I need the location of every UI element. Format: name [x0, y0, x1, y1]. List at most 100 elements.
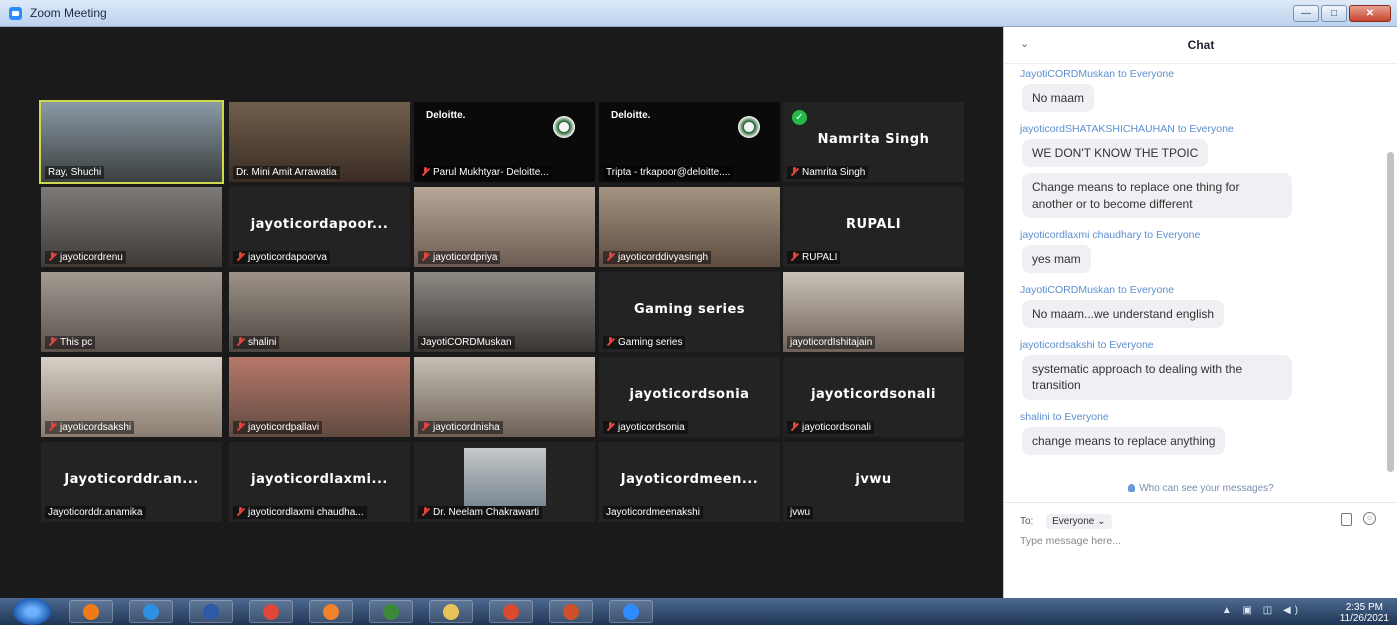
participant-name-label: Jayoticordmeenakshi [603, 506, 703, 519]
participant-name-label: jayoticordrenu [45, 251, 126, 264]
taskbar-firefox-button[interactable] [309, 600, 353, 623]
chat-message: yes mam [1022, 244, 1091, 273]
emoji-icon[interactable]: ☺ [1363, 512, 1376, 525]
recipient-dropdown[interactable]: Everyone ⌄ [1046, 514, 1112, 529]
participant-tile[interactable]: jayoticordapoor... jayoticordapoorva [229, 187, 410, 267]
participant-name-label: jayoticordpallavi [233, 421, 323, 434]
participant-tile[interactable]: Deloitte. Tripta - trkapoor@deloitte.... [599, 102, 780, 182]
emblem-logo [553, 116, 575, 138]
participant-name-label: Jayoticorddr.anamika [45, 506, 146, 519]
chat-sender: jayoticordsakshi to Everyone [1020, 339, 1154, 352]
participant-name: This pc [60, 337, 93, 348]
participant-tile[interactable]: jayoticorddivyasingh [599, 187, 780, 267]
participant-name: RUPALI [802, 252, 838, 263]
participant-name-label: jayoticordsonia [603, 421, 688, 434]
snagit-icon [503, 604, 519, 620]
participant-tile[interactable]: Gaming series Gaming series [599, 272, 780, 352]
chat-message: change means to replace anything [1022, 426, 1226, 455]
chat-scrollbar[interactable] [1387, 152, 1394, 472]
start-button[interactable] [13, 598, 51, 625]
taskbar-word-button[interactable] [189, 600, 233, 623]
taskbar-media-player-button[interactable] [69, 600, 113, 623]
chat-title: Chat [1187, 38, 1215, 52]
participant-name-label: JayotiCORDMuskan [418, 336, 515, 349]
participant-tile[interactable]: jayoticordsakshi [41, 357, 222, 437]
taskbar-zoom-button[interactable] [609, 600, 653, 623]
chat-sender: jayoticordSHATAKSHICHAUHAN to Everyone [1020, 123, 1234, 136]
close-button[interactable]: ✕ [1349, 5, 1391, 22]
participant-name-label: jayoticorddivyasingh [603, 251, 712, 264]
participant-tile[interactable]: jayoticordpriya [414, 187, 595, 267]
media-player-icon [83, 604, 99, 620]
mic-muted-icon [48, 422, 57, 431]
chat-header: ⌄ Chat [1004, 27, 1397, 64]
participant-display-name: jvwu [855, 472, 892, 487]
participant-tile[interactable]: Jayoticorddr.an... Jayoticorddr.anamika [41, 442, 222, 522]
participant-name: jayoticordsonia [618, 422, 685, 433]
participant-tile[interactable]: Dr. Mini Amit Arrawatia [229, 102, 410, 182]
participant-name: jayoticordnisha [433, 422, 500, 433]
participant-display-name: Jayoticorddr.an... [64, 472, 199, 487]
participant-name-label: Namrita Singh [787, 166, 869, 179]
taskbar-internet-explorer-button[interactable] [129, 600, 173, 623]
participant-name: Jayoticordmeenakshi [606, 507, 700, 518]
participant-tile[interactable]: RUPALI RUPALI [783, 187, 964, 267]
tray-icons[interactable]: ▲ ▣ ◫ ◀) [1222, 605, 1302, 616]
chat-message: Change means to replace one thing for an… [1022, 173, 1292, 218]
participant-tile[interactable]: jayoticordpallavi [229, 357, 410, 437]
participant-name-label: jayoticordlaxmi chaudha... [233, 506, 367, 519]
participant-tile[interactable]: Dr. Neelam Chakrawarti [414, 442, 595, 522]
participant-tile[interactable]: jayoticordnisha [414, 357, 595, 437]
participant-name: Jayoticorddr.anamika [48, 507, 143, 518]
who-can-see-link[interactable]: Who can see your messages? [1004, 483, 1397, 494]
participant-name-label: Dr. Neelam Chakrawarti [418, 506, 543, 519]
participant-name-label: Dr. Mini Amit Arrawatia [233, 166, 340, 179]
taskbar-chrome-button[interactable] [249, 600, 293, 623]
recipient-row: To: Everyone ⌄ [1020, 514, 1112, 529]
participant-tile[interactable]: JayotiCORDMuskan [414, 272, 595, 352]
participant-tile[interactable]: jayoticordsonia jayoticordsonia [599, 357, 780, 437]
participant-tile[interactable]: Jayoticordmeen... Jayoticordmeenakshi [599, 442, 780, 522]
participant-name: jayoticordapoorva [248, 252, 327, 263]
chat-message: WE DON'T KNOW THE TPOIC [1022, 139, 1209, 168]
participant-tile[interactable]: jayoticordlaxmi... jayoticordlaxmi chaudh… [229, 442, 410, 522]
taskbar-powerpoint-button[interactable] [549, 600, 593, 623]
participant-tile[interactable]: ✓ Namrita Singh Namrita Singh [783, 102, 964, 182]
taskbar-file-explorer-button[interactable] [429, 600, 473, 623]
mic-muted-icon [236, 507, 245, 516]
participant-tile[interactable]: This pc [41, 272, 222, 352]
clock-time: 2:35 PM [1345, 602, 1383, 613]
chat-input[interactable]: Type message here... [1020, 535, 1121, 547]
participant-name: jayoticordpriya [433, 252, 498, 263]
mic-muted-icon [48, 337, 57, 346]
participant-tile[interactable]: jayoticordsonali jayoticordsonali [783, 357, 964, 437]
mic-muted-icon [421, 167, 430, 176]
participant-tile[interactable]: jayoticordIshitajain [783, 272, 964, 352]
chat-messages: JayotiCORDMuskan to Everyone No maam jayot… [1004, 63, 1380, 478]
check-icon: ✓ [792, 110, 807, 125]
participant-name-label: jvwu [787, 506, 814, 519]
participant-tile[interactable]: Ray, Shuchi [39, 100, 224, 184]
mic-muted-icon [790, 422, 799, 431]
minimize-button[interactable]: — [1293, 5, 1319, 22]
participant-tile[interactable]: Deloitte. Parul Mukhtyar- Deloitte... [414, 102, 595, 182]
participant-name: Parul Mukhtyar- Deloitte... [433, 167, 549, 178]
taskbar-excel-button[interactable] [369, 600, 413, 623]
participant-tile[interactable]: shalini [229, 272, 410, 352]
chat-sender: shalini to Everyone [1020, 410, 1109, 423]
mic-muted-icon [606, 252, 615, 261]
taskbar-snagit-button[interactable] [489, 600, 533, 623]
mic-muted-icon [236, 422, 245, 431]
recipient-value: Everyone [1052, 516, 1095, 527]
clock[interactable]: 2:35 PM 11/26/2021 [1340, 602, 1389, 624]
maximize-button[interactable]: □ [1321, 5, 1347, 22]
participant-name: jayoticordpallavi [248, 422, 320, 433]
file-icon[interactable] [1341, 513, 1352, 526]
window-title: Zoom Meeting [30, 6, 107, 20]
participant-tile[interactable]: jayoticordrenu [41, 187, 222, 267]
participant-display-name: jayoticordsonali [811, 387, 936, 402]
mic-muted-icon [421, 252, 430, 261]
participant-name: jayoticordIshitajain [790, 337, 873, 348]
participant-tile[interactable]: jvwu jvwu [783, 442, 964, 522]
participant-name: Tripta - trkapoor@deloitte.... [606, 167, 731, 178]
